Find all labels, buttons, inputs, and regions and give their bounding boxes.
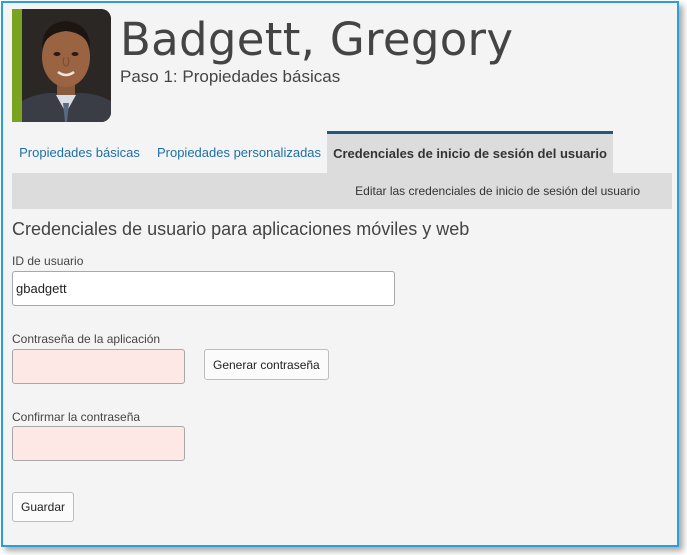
app-password-label: Contraseña de la aplicación — [12, 332, 161, 346]
user-name-title: Badgett, Gregory — [120, 13, 514, 66]
app-password-input[interactable] — [12, 349, 185, 384]
tab-basic-properties[interactable]: Propiedades básicas — [12, 131, 147, 173]
save-button[interactable]: Guardar — [12, 492, 75, 522]
confirm-password-input[interactable] — [12, 426, 185, 461]
user-id-input[interactable] — [12, 271, 395, 306]
subheader-label: Editar las credenciales de inicio de ses… — [355, 184, 640, 198]
user-id-label: ID de usuario — [12, 254, 84, 268]
user-avatar — [12, 9, 111, 122]
tab-subheader: Editar las credenciales de inicio de ses… — [12, 173, 672, 209]
step-subtitle: Paso 1: Propiedades básicas — [120, 67, 341, 86]
tab-login-credentials[interactable]: Credenciales de inicio de sesión del usu… — [327, 131, 613, 173]
window-frame: Badgett, Gregory Paso 1: Propiedades bás… — [1, 1, 679, 547]
section-title: Credenciales de usuario para aplicacione… — [12, 219, 470, 239]
confirm-password-label: Confirmar la contraseña — [12, 410, 141, 424]
tab-bar: Propiedades básicas Propiedades personal… — [12, 131, 672, 173]
generate-password-button[interactable]: Generar contraseña — [204, 349, 329, 380]
tab-custom-properties[interactable]: Propiedades personalizadas — [149, 131, 329, 173]
user-photo — [22, 9, 111, 122]
profile-header: Badgett, Gregory Paso 1: Propiedades bás… — [3, 3, 677, 131]
